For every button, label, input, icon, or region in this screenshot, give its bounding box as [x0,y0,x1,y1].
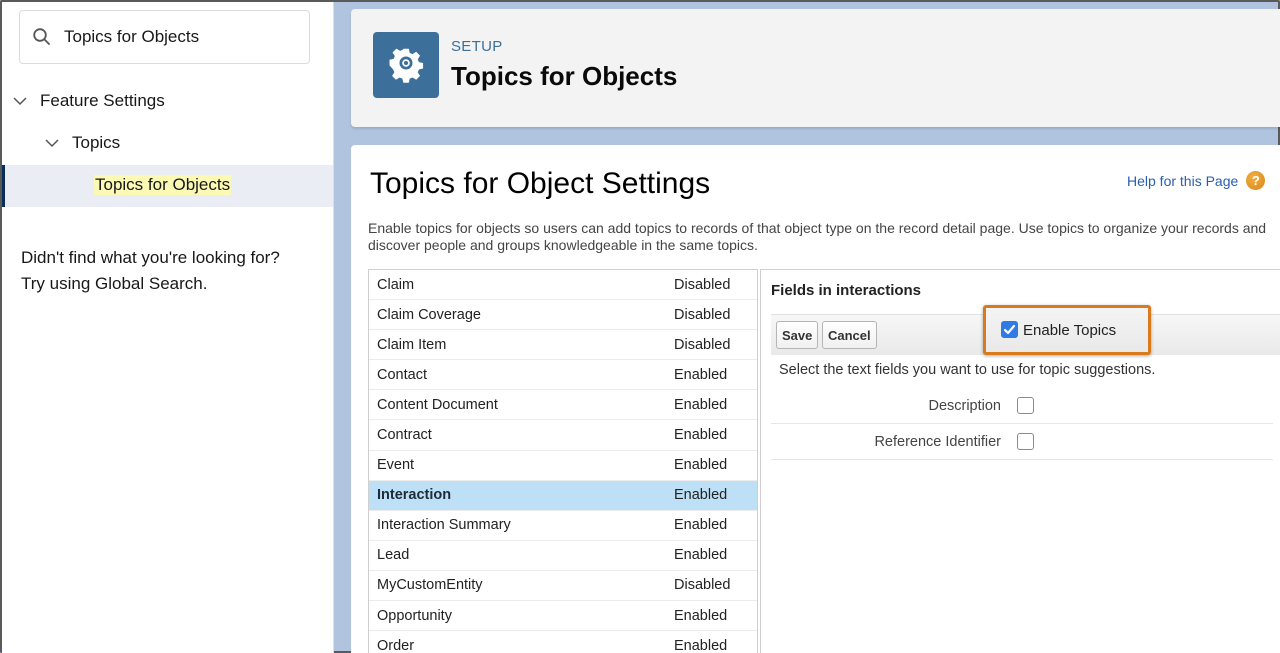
object-name: Order [377,637,415,653]
object-row[interactable]: Order Enabled [369,631,757,653]
object-name: Claim Coverage [377,306,481,323]
page-title: Topics for Objects [451,61,678,91]
object-status: Enabled [674,427,728,444]
save-button[interactable]: Save [776,321,819,349]
search-hint-line2: Try using Global Search. [21,274,208,293]
page-header: SETUP Topics for Objects [351,9,1280,127]
tree-item-label: Topics for Objects [94,175,232,195]
object-name: Contact [377,366,427,383]
object-name: MyCustomEntity [377,577,483,594]
object-status: Enabled [674,607,728,624]
cancel-button[interactable]: Cancel [822,321,877,349]
tree-item-feature-settings[interactable]: Feature Settings [12,91,165,111]
main-content: Topics for Object Settings Help for this… [351,145,1280,653]
chevron-down-icon[interactable] [12,93,28,109]
object-row[interactable]: Interaction Enabled [369,480,757,511]
fields-instruction: Select the text fields you want to use f… [779,362,1156,378]
enable-topics-highlight: Enable Topics [983,305,1151,355]
object-row[interactable]: Event Enabled [369,451,757,481]
search-hint: Didn't find what you're looking for? Try… [21,245,321,297]
object-status: Enabled [674,366,728,383]
object-status: Enabled [674,487,728,504]
field-label: Description [928,398,1001,414]
field-row-reference-identifier: Reference Identifier [771,424,1273,460]
field-label: Reference Identifier [874,434,1001,450]
fields-panel: Fields in interactions Save Cancel Enabl… [760,269,1280,653]
help-link[interactable]: Help for this Page ? [1127,171,1266,190]
object-name: Claim [377,276,415,293]
object-row[interactable]: Lead Enabled [369,541,757,571]
field-checkbox-reference-identifier[interactable] [1017,433,1034,450]
tree-item-label: Feature Settings [40,91,165,110]
enable-topics-checkbox[interactable] [1001,321,1018,338]
object-name: Event [377,457,415,474]
quick-find-search[interactable] [19,10,310,64]
object-status: Disabled [674,276,731,293]
object-name: Claim Item [377,336,447,353]
object-name: Lead [377,547,410,564]
object-row[interactable]: Claim Coverage Disabled [369,300,757,331]
field-checkbox-description[interactable] [1017,397,1034,414]
object-row[interactable]: Contract Enabled [369,420,757,451]
settings-title: Topics for Object Settings [370,167,711,200]
object-status: Disabled [674,577,731,594]
chevron-down-icon[interactable] [44,135,60,151]
object-list[interactable]: Claim Disabled Claim Coverage Disabled Claim… [368,269,758,653]
object-status: Enabled [674,457,728,474]
object-row[interactable]: Opportunity Enabled [369,601,757,632]
object-row[interactable]: Claim Item Disabled [369,330,757,361]
object-status: Enabled [674,637,728,653]
enable-topics-label[interactable]: Enable Topics [1023,322,1116,339]
setup-sidebar: Feature Settings Topics Topics for Objec… [2,2,334,653]
object-status: Disabled [674,336,731,353]
object-row[interactable]: Content Document Enabled [369,390,757,421]
quick-find-input[interactable] [64,27,284,47]
object-name: Interaction [377,487,452,504]
fields-panel-title: Fields in interactions [771,282,922,299]
object-name: Content Document [377,396,498,413]
object-name: Interaction Summary [377,517,511,534]
tree-item-label: Topics [72,133,121,152]
setup-icon-tile [373,32,439,98]
app-frame: Feature Settings Topics Topics for Objec… [0,0,1280,653]
help-link-label[interactable]: Help for this Page [1127,173,1238,189]
settings-description: Enable topics for objects so users can a… [368,220,1267,253]
header-eyebrow: SETUP [451,38,503,55]
tree-item-topics[interactable]: Topics [44,133,120,153]
tree-item-topics-for-objects[interactable]: Topics for Objects [2,165,333,207]
object-status: Disabled [674,306,731,323]
object-row[interactable]: Claim Disabled [369,270,757,301]
object-row[interactable]: MyCustomEntity Disabled [369,571,757,602]
object-name: Contract [377,427,432,444]
checkmark-icon [1003,324,1016,335]
search-icon [33,28,50,45]
object-name: Opportunity [377,607,452,624]
question-icon[interactable]: ? [1246,171,1266,190]
object-status: Enabled [674,547,728,564]
field-row-description: Description [771,388,1273,424]
object-status: Enabled [674,517,728,534]
gear-icon [389,48,424,83]
object-row[interactable]: Contact Enabled [369,360,757,391]
object-status: Enabled [674,396,728,413]
object-row[interactable]: Interaction Summary Enabled [369,511,757,541]
search-hint-line1: Didn't find what you're looking for? [21,248,280,267]
